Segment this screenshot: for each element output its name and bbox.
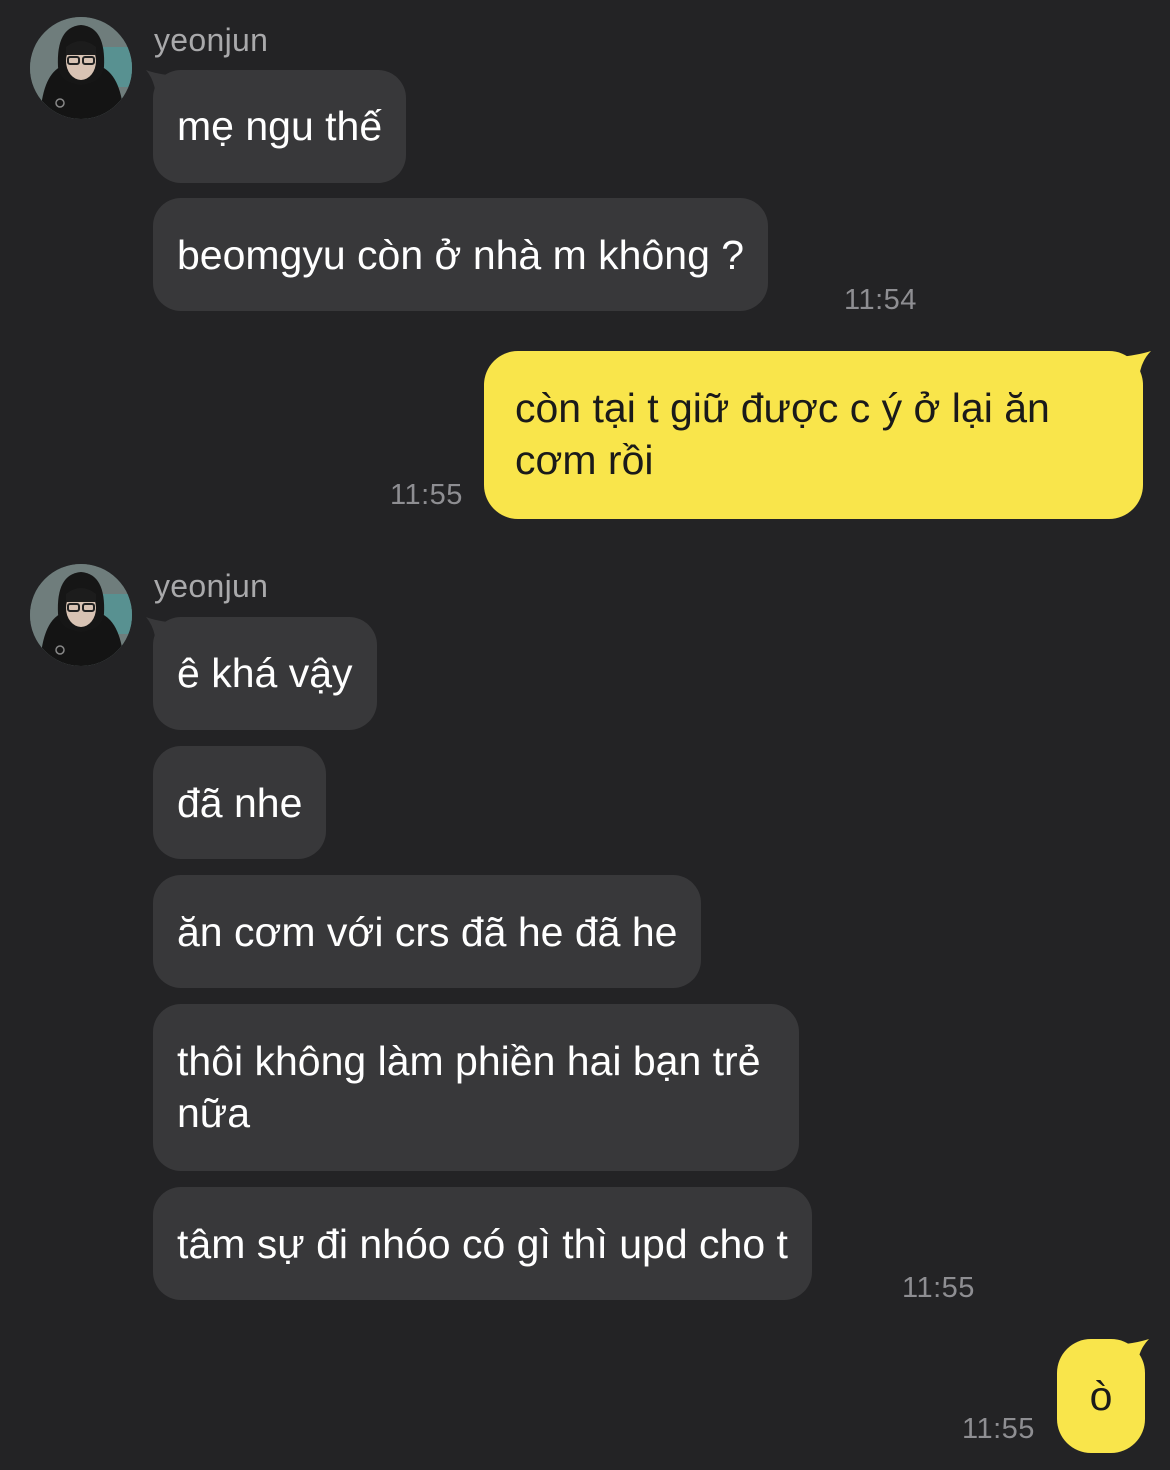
message-timestamp: 11:55	[390, 479, 463, 511]
message-bubble[interactable]: tâm sự đi nhóo có gì thì upd cho t	[153, 1187, 812, 1300]
message-bubble[interactable]: thôi không làm phiền hai bạn trẻ nữa	[153, 1004, 799, 1171]
message-bubble[interactable]: beomgyu còn ở nhà m không ?	[153, 198, 769, 311]
message-text: tâm sự đi nhóo có gì thì upd cho t	[177, 1221, 788, 1267]
sender-name: yeonjun	[154, 22, 269, 58]
message-bubble[interactable]: đã nhe	[153, 746, 327, 859]
message-bubble[interactable]: mẹ ngu thế	[153, 70, 407, 183]
message-bubble[interactable]: ăn cơm với crs đã he đã he	[153, 875, 702, 988]
message-timestamp: 11:55	[902, 1272, 975, 1304]
message-timestamp: 11:55	[962, 1413, 1035, 1445]
message-text: còn tại t giữ được c ý ở lại ăn cơm rồi	[515, 385, 1050, 483]
message-text: thôi không làm phiền hai bạn trẻ nữa	[177, 1038, 761, 1136]
bubble-tail	[1117, 1339, 1149, 1379]
message-text: ê khá vậy	[177, 650, 353, 696]
message-timestamp: 11:54	[844, 284, 917, 316]
message-bubble[interactable]: ê khá vậy	[153, 617, 377, 730]
sender-name: yeonjun	[154, 568, 269, 604]
message-text: beomgyu còn ở nhà m không ?	[177, 232, 745, 278]
message-bubble[interactable]: còn tại t giữ được c ý ở lại ăn cơm rồi	[484, 351, 1143, 519]
message-text: ăn cơm với crs đã he đã he	[177, 909, 678, 955]
avatar[interactable]	[30, 17, 132, 119]
message-text: đã nhe	[177, 780, 303, 826]
bubble-tail	[1119, 351, 1151, 391]
avatar[interactable]	[30, 564, 132, 666]
message-text: mẹ ngu thế	[177, 103, 383, 149]
